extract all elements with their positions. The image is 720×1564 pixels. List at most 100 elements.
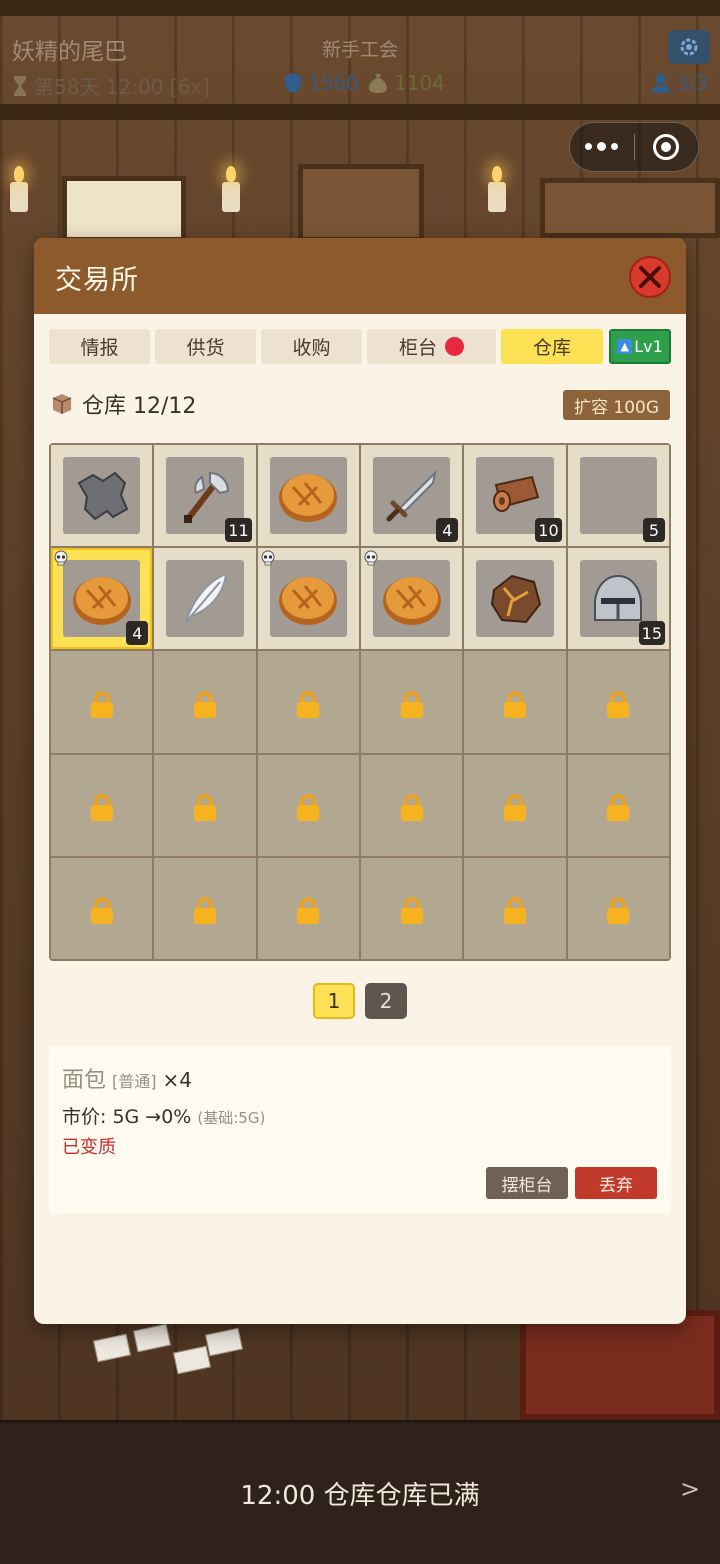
inventory-slot-sword[interactable]: 4	[361, 445, 463, 547]
locked-slot[interactable]	[464, 754, 566, 856]
settings-gear-icon[interactable]	[668, 30, 710, 64]
shield-value: 1560	[308, 71, 359, 95]
spoiled-status: 已变质	[62, 1137, 116, 1158]
locked-slot[interactable]	[361, 857, 463, 959]
more-menu-icon[interactable]	[570, 142, 634, 151]
page-2-button[interactable]: 2	[365, 983, 407, 1019]
candle	[10, 166, 28, 212]
skull-icon	[54, 550, 68, 566]
upgrade-arrow-icon: ▲	[617, 339, 633, 354]
lock-icon	[607, 691, 630, 718]
lock-icon	[503, 897, 526, 925]
item-count: 4	[126, 621, 149, 646]
lock-icon	[607, 897, 630, 925]
tab-purchase[interactable]: 收购	[261, 329, 362, 364]
lock-icon	[503, 691, 526, 718]
wall-door	[298, 164, 424, 242]
lock-icon	[297, 897, 320, 925]
discard-button[interactable]: 丢弃	[575, 1167, 657, 1199]
locked-slot[interactable]	[361, 754, 463, 856]
guild-rank: 新手工会	[321, 39, 398, 61]
inventory-slot-bread[interactable]: 4	[51, 548, 153, 650]
close-button[interactable]	[629, 256, 671, 298]
inventory-grid: 11 4 10 5 4 15	[49, 443, 671, 961]
inventory-slot-bread[interactable]	[257, 445, 359, 547]
bread-icon	[72, 576, 131, 625]
locked-slot[interactable]	[257, 857, 359, 959]
scattered-letters	[93, 1323, 245, 1385]
locked-slot[interactable]	[257, 651, 359, 753]
candle	[222, 166, 240, 212]
slot-frame	[476, 560, 554, 638]
shield-stat: 1560	[284, 71, 359, 95]
item-count: 4	[436, 518, 459, 543]
inventory-slot-bread[interactable]	[257, 548, 359, 650]
locked-slot[interactable]	[361, 651, 463, 753]
lock-icon	[400, 794, 423, 822]
put-on-counter-button[interactable]: 摆柜台	[486, 1167, 568, 1199]
inventory-slot-leather-roll[interactable]: 10	[464, 445, 566, 547]
locked-slot[interactable]	[567, 754, 669, 856]
level-badge[interactable]: ▲ Lv1	[609, 329, 671, 364]
locked-slot[interactable]	[464, 651, 566, 753]
money-value: 1104	[394, 71, 445, 95]
hide-icon	[77, 471, 128, 520]
slot-frame	[269, 457, 347, 535]
inventory-slot-ore[interactable]	[464, 548, 566, 650]
chevron-right-icon[interactable]: >	[680, 1475, 700, 1503]
locked-slot[interactable]	[567, 651, 669, 753]
bread-icon	[382, 576, 441, 625]
tab-label: 供货	[186, 337, 225, 359]
inventory-slot-helmet[interactable]: 15	[567, 548, 669, 650]
skull-icon	[364, 550, 378, 566]
warehouse-capacity: 仓库 12/12	[82, 394, 197, 419]
locked-slot[interactable]	[154, 754, 256, 856]
item-price: 市价: 5G →0% (基础:5G)	[62, 1102, 265, 1129]
shelf	[540, 178, 720, 238]
hourglass-icon	[14, 75, 26, 96]
item-count: 15	[638, 621, 665, 646]
lock-icon	[193, 897, 216, 925]
lock-icon	[90, 794, 113, 822]
skull-icon	[261, 550, 275, 566]
price-base: (基础:5G)	[197, 1109, 266, 1127]
tab-intel[interactable]: 情报	[49, 329, 150, 364]
pager: 1 2	[34, 983, 686, 1019]
locked-slot[interactable]	[464, 857, 566, 959]
page-1-button[interactable]: 1	[313, 983, 355, 1019]
inventory-slot-hide[interactable]	[51, 445, 153, 547]
shield-icon	[285, 73, 301, 93]
sword-icon	[386, 469, 437, 522]
price-text: 市价: 5G →0%	[62, 1106, 192, 1128]
notification-dot	[445, 337, 464, 356]
inventory-slot-empty[interactable]: 5	[567, 445, 669, 547]
locked-slot[interactable]	[154, 857, 256, 959]
lock-icon	[193, 794, 216, 822]
locked-slot[interactable]	[51, 754, 153, 856]
lock-icon	[503, 794, 526, 822]
locked-slot[interactable]	[154, 651, 256, 753]
inventory-slot-feather[interactable]	[154, 548, 256, 650]
locked-slot[interactable]	[51, 651, 153, 753]
miniprogram-capsule	[569, 122, 699, 172]
lock-icon	[297, 794, 320, 822]
slot-frame	[63, 457, 141, 535]
exchange-modal: 交易所 情报 供货 收购 柜台 仓库 ▲ Lv1 仓库 12/12 扩容 100…	[34, 238, 686, 1324]
inventory-slot-axe[interactable]: 11	[154, 445, 256, 547]
tab-warehouse[interactable]: 仓库	[501, 329, 603, 364]
locked-slot[interactable]	[257, 754, 359, 856]
box-icon	[52, 394, 72, 414]
tab-supply[interactable]: 供货	[155, 329, 256, 364]
expand-button[interactable]: 扩容 100G	[563, 390, 670, 420]
locked-slot[interactable]	[567, 857, 669, 959]
item-name: 面包	[62, 1068, 107, 1093]
close-program-icon[interactable]	[635, 134, 699, 160]
item-count: 11	[225, 518, 252, 543]
message-bar[interactable]: 12:00 仓库仓库已满 >	[0, 1420, 720, 1564]
locked-slot[interactable]	[51, 857, 153, 959]
inventory-slot-bread[interactable]	[361, 548, 463, 650]
slot-frame	[166, 560, 244, 638]
lock-icon	[90, 897, 113, 925]
lock-icon	[400, 897, 423, 925]
tab-counter[interactable]: 柜台	[367, 329, 496, 364]
